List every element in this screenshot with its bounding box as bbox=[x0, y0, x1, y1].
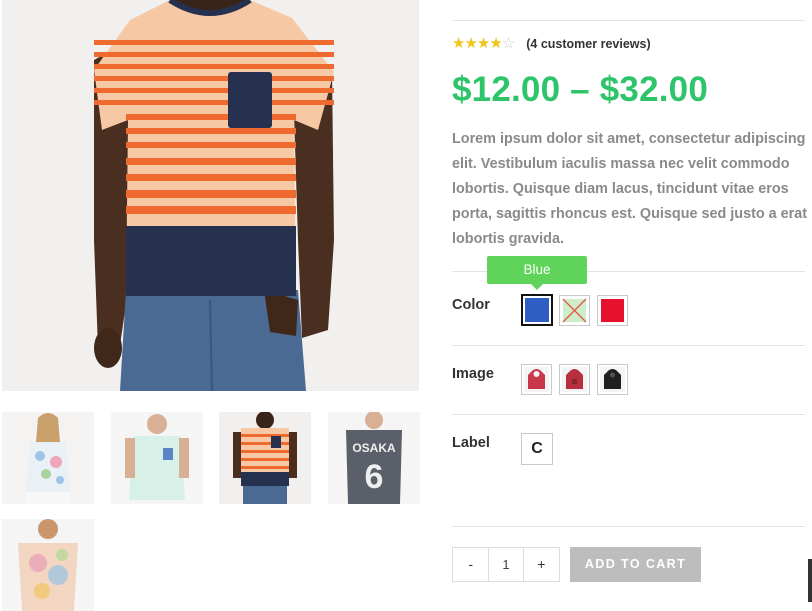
red-hoodie-icon bbox=[524, 367, 549, 392]
image-swatch-black-hoodie[interactable] bbox=[597, 364, 628, 395]
star-rating-icon: ★★★★☆ bbox=[452, 35, 515, 52]
image-swatch-red-hoodie[interactable] bbox=[521, 364, 552, 395]
color-attribute-label: Color bbox=[452, 297, 490, 313]
thumbnail-tie-dye-tee[interactable] bbox=[2, 519, 94, 611]
label-attribute-label: Label bbox=[452, 435, 490, 451]
image-swatch-red-hoodie-alt[interactable] bbox=[559, 364, 590, 395]
product-price: $12.00 – $32.00 bbox=[452, 70, 709, 109]
svg-text:6: 6 bbox=[365, 458, 384, 496]
divider bbox=[452, 20, 805, 21]
divider bbox=[452, 414, 805, 415]
divider bbox=[452, 526, 805, 527]
red-hoodie-alt-icon bbox=[562, 367, 587, 392]
svg-text:OSAKA: OSAKA bbox=[352, 441, 396, 455]
swatch-tooltip: Blue bbox=[487, 256, 587, 290]
unavailable-cross-icon bbox=[562, 298, 587, 323]
image-attribute-label: Image bbox=[452, 366, 494, 382]
thumbnail-osaka-tee[interactable]: OSAKA 6 bbox=[328, 412, 420, 504]
thumbnail-mint-pocket-tee[interactable] bbox=[111, 412, 203, 504]
divider bbox=[452, 345, 805, 346]
black-hoodie-icon bbox=[600, 367, 625, 392]
quantity-decrease-button[interactable]: - bbox=[453, 548, 488, 581]
product-description: Lorem ipsum dolor sit amet, consectetur … bbox=[452, 131, 808, 247]
color-swatch-blue[interactable] bbox=[521, 294, 553, 326]
color-swatch-red[interactable] bbox=[597, 295, 628, 326]
quantity-stepper: - 1 + bbox=[452, 547, 560, 582]
quantity-increase-button[interactable]: + bbox=[524, 548, 559, 581]
add-to-cart-button[interactable]: ADD TO CART bbox=[570, 547, 701, 582]
main-product-image[interactable] bbox=[2, 0, 419, 391]
thumbnail-floral-top[interactable] bbox=[2, 412, 94, 504]
customer-reviews-link[interactable]: (4 customer reviews) bbox=[526, 37, 650, 51]
product-rating: ★★★★☆ (4 customer reviews) bbox=[452, 36, 651, 52]
color-swatch-green[interactable] bbox=[559, 295, 590, 326]
label-swatch-c[interactable]: C bbox=[521, 433, 553, 465]
scrollbar-thumb[interactable] bbox=[808, 559, 812, 602]
thumbnail-striped-tee[interactable] bbox=[219, 412, 311, 504]
quantity-input[interactable]: 1 bbox=[488, 548, 524, 581]
